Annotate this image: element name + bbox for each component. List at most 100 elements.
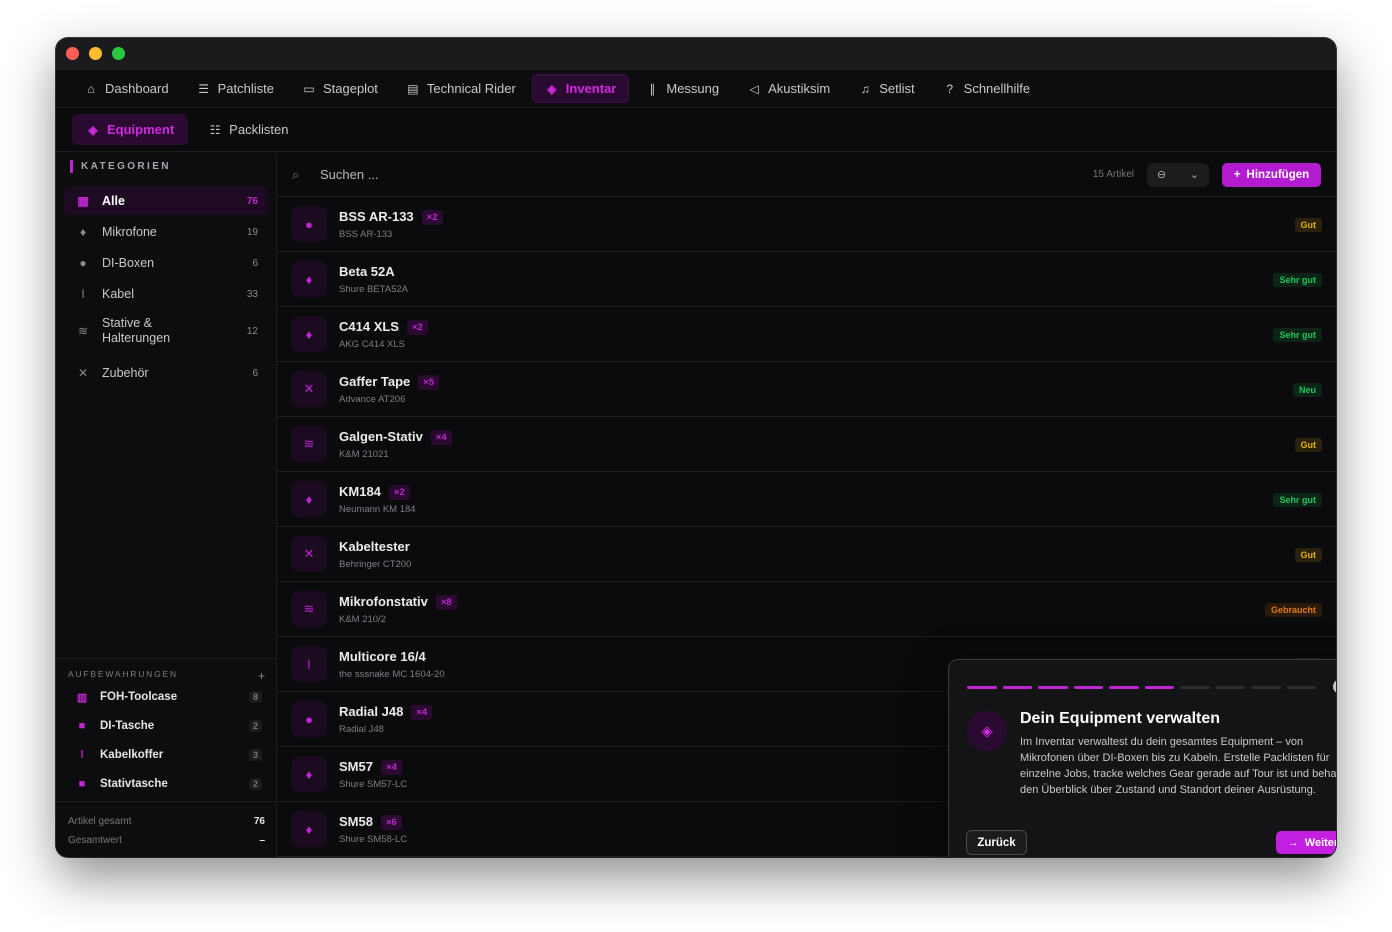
search-input[interactable]: [320, 167, 620, 182]
tour-next-button[interactable]: → Weiter: [1276, 831, 1336, 854]
storage-item[interactable]: ■ Stativtasche 2: [64, 770, 268, 798]
nav-akustiksim[interactable]: ◁ Akustiksim: [735, 74, 842, 103]
equipment-row[interactable]: ● BSS AR-133 ×2 BSS AR-133 Gut: [277, 197, 1336, 252]
item-name: Gaffer Tape: [339, 374, 411, 389]
bag-icon: ■: [78, 720, 86, 732]
box-icon: ◈: [88, 122, 98, 137]
equipment-row[interactable]: ♦ Beta 52A Shure BETA52A Sehr gut: [277, 252, 1336, 307]
close-window-button[interactable]: [66, 47, 79, 60]
add-storage-icon[interactable]: +: [258, 669, 265, 683]
nav-technical-rider[interactable]: ▤ Technical Rider: [394, 74, 528, 103]
tour-back-button[interactable]: Zurück: [966, 830, 1027, 855]
equipment-row[interactable]: ≋ Mikrofonstativ ×8 K&M 210/2 Gebraucht: [277, 582, 1336, 637]
item-name-line: Galgen-Stativ ×4: [339, 429, 452, 445]
total-value-label: Gesamtwert: [68, 835, 122, 846]
sidebar-item-category[interactable]: ✕ Zubehör 6: [64, 359, 268, 387]
sidebar-item-category[interactable]: ≋ Stative & Halterungen 12: [64, 312, 268, 350]
add-item-button[interactable]: + Hinzufügen: [1222, 162, 1321, 187]
close-tour-button[interactable]: ×: [1333, 679, 1336, 694]
nav-patchliste[interactable]: ☰ Patchliste: [185, 74, 286, 103]
minimize-window-button[interactable]: [89, 47, 102, 60]
tab-equipment[interactable]: ◈ Equipment: [72, 114, 189, 145]
filter-icon: ⊖: [1157, 169, 1167, 181]
category-count: 19: [246, 226, 258, 238]
zoom-window-button[interactable]: [112, 47, 125, 60]
cable-icon: ǀ: [291, 646, 327, 682]
nav-messung[interactable]: ∥ Messung: [633, 74, 731, 103]
equipment-row[interactable]: ♦ C414 XLS ×2 AKG C414 XLS Sehr gut: [277, 307, 1336, 362]
storage-label: DI-Tasche: [100, 720, 155, 732]
category-count: 6: [252, 367, 258, 379]
di-box-icon: ●: [79, 256, 87, 270]
tour-step-indicator: [967, 686, 997, 689]
nav-stageplot[interactable]: ▭ Stageplot: [290, 74, 390, 103]
stack-icon: ≋: [77, 324, 89, 338]
item-model: BSS AR-133: [339, 229, 393, 240]
item-name: Galgen-Stativ: [339, 429, 423, 444]
box-icon: ◈: [547, 81, 557, 96]
tour-step-indicator: [1180, 686, 1210, 689]
sidebar-item-category[interactable]: ǀ Kabel 33: [64, 280, 268, 308]
stack-icon: ≋: [291, 591, 327, 627]
tour-step-indicator: [1286, 686, 1316, 689]
quantity-badge: ×8: [435, 595, 457, 610]
item-name: SM57: [339, 759, 373, 774]
waveform-icon: ∥: [649, 81, 656, 96]
checklist-icon: ☷: [209, 122, 221, 137]
storage-item[interactable]: ǀ Kabelkoffer 3: [64, 741, 268, 769]
sidebar-item-category[interactable]: ● DI-Boxen 6: [64, 249, 268, 277]
storage-item[interactable]: ■ DI-Tasche 2: [64, 712, 268, 740]
nav-label: Setlist: [879, 81, 915, 96]
item-name: Radial J48: [339, 704, 404, 719]
category-label: Zubehör: [102, 365, 149, 380]
quantity-badge: ×4: [380, 760, 402, 775]
equipment-row[interactable]: ♦ KM184 ×2 Neumann KM 184 Sehr gut: [277, 472, 1336, 527]
item-model: Radial J48: [339, 724, 384, 735]
nav-schnellhilfe[interactable]: ? Schnellhilfe: [931, 74, 1043, 103]
filter-dropdown[interactable]: ⊖ ⌄: [1147, 162, 1209, 187]
di-box-icon: ●: [291, 206, 327, 242]
item-model: Shure SM57-LC: [339, 779, 408, 790]
storage-count: 2: [248, 720, 262, 732]
equipment-row[interactable]: ✕ Gaffer Tape ×5 Advance AT206 Neu: [277, 362, 1336, 417]
categories-heading: KATEGORIEN: [56, 153, 276, 179]
item-name-line: Radial J48 ×4: [339, 704, 433, 720]
tab-packlisten[interactable]: ☷ Packlisten: [194, 114, 302, 145]
item-count: 15 Artikel: [1092, 169, 1134, 180]
grid-icon: ▦: [77, 194, 89, 208]
nav-label: Patchliste: [217, 81, 274, 96]
title-bar: [56, 38, 1336, 70]
nav-dashboard[interactable]: ⌂ Dashboard: [72, 74, 181, 103]
item-model: Behringer CT200: [339, 559, 412, 570]
nav-label: Inventar: [565, 81, 617, 96]
storage-item[interactable]: ▥ FOH-Toolcase 8: [64, 683, 268, 711]
category-count: 12: [246, 325, 258, 337]
box-icon: ◈: [967, 711, 1007, 751]
item-name-line: Kabeltester: [339, 539, 410, 554]
document-icon: ▤: [407, 81, 419, 96]
app-window: ⌂ Dashboard ☰ Patchliste ▭ Stageplot ▤ Technica…: [56, 38, 1336, 857]
item-name: KM184: [339, 484, 381, 499]
category-count: 33: [246, 288, 258, 300]
list-icon: ☰: [198, 81, 209, 96]
tour-step-indicator: [1073, 686, 1103, 689]
accent-bar: [70, 159, 73, 173]
nav-inventar[interactable]: ◈ Inventar: [531, 74, 630, 103]
sidebar-item-category[interactable]: ♦ Mikrofone 19: [64, 218, 268, 246]
plus-icon: +: [1233, 168, 1241, 181]
category-label: DI-Boxen: [102, 255, 155, 270]
tour-title: Dein Equipment verwalten: [1020, 710, 1221, 727]
tour-step-indicator: [1215, 686, 1245, 689]
condition-badge: Gut: [1294, 438, 1322, 452]
tour-step-indicator: [1038, 686, 1068, 689]
stack-icon: ≋: [291, 426, 327, 462]
category-sidebar: KATEGORIEN ▦ Alle 76 ♦ Mikrofone 19 ● DI-Boxen 6…: [56, 153, 277, 857]
item-name: BSS AR-133: [339, 209, 414, 224]
item-name-line: KM184 ×2: [339, 484, 410, 500]
equipment-row[interactable]: ✕ Kabeltester Behringer CT200 Gut: [277, 527, 1336, 582]
equipment-row[interactable]: ≋ Galgen-Stativ ×4 K&M 21021 Gut: [277, 417, 1336, 472]
nav-setlist[interactable]: ♫ Setlist: [846, 74, 926, 103]
item-name-line: Beta 52A: [339, 264, 395, 279]
item-name-line: SM57 ×4: [339, 759, 402, 775]
sidebar-item-category[interactable]: ▦ Alle 76: [64, 187, 268, 215]
